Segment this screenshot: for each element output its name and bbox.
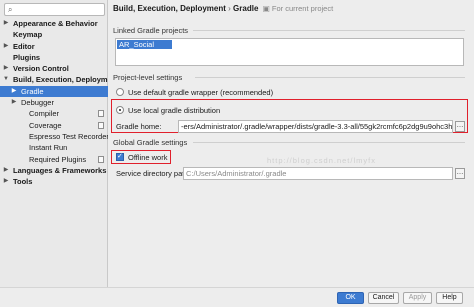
breadcrumb-part-gradle: Gradle [233, 4, 259, 13]
breadcrumb-separator: › [228, 4, 231, 13]
sidebar-item-instant-run[interactable]: Instant Run [0, 142, 108, 153]
local-distribution-radio[interactable] [116, 106, 124, 114]
section-divider [193, 30, 465, 31]
sidebar-item-label: Languages & Frameworks [13, 165, 107, 175]
sidebar-item-label: Tools [13, 177, 33, 187]
offline-work-checkbox[interactable] [116, 152, 124, 161]
sidebar-item-compiler[interactable]: Compiler [0, 108, 108, 119]
sidebar-item-tools[interactable]: ▶ Tools [0, 176, 108, 187]
chevron-right-icon[interactable]: ▶ [2, 63, 10, 74]
apply-button[interactable]: Apply [403, 292, 432, 304]
chevron-right-icon[interactable]: ▶ [2, 165, 10, 176]
chevron-right-icon[interactable]: ▶ [2, 41, 10, 52]
watermark: http://blog.csdn.net/lmyfx [267, 156, 376, 165]
chevron-down-icon[interactable]: ▼ [2, 74, 10, 85]
scope-note: For current project [271, 4, 334, 13]
chevron-right-icon[interactable]: ▶ [10, 97, 18, 108]
gradle-home-field[interactable]: -ers/Administrator/.gradle/wrapper/dists… [178, 120, 453, 133]
help-button[interactable]: Help [436, 292, 463, 304]
sidebar-item-label: Required Plugins [29, 154, 87, 164]
gradle-settings-panel: Build, Execution, Deployment › Gradle ▣ … [108, 0, 474, 287]
sidebar-item-label: Keymap [13, 30, 43, 40]
dialog-footer: OK Cancel Apply Help [0, 287, 474, 307]
sidebar-item-label: Appearance & Behavior [13, 19, 98, 28]
browse-gradle-home-button[interactable]: … [455, 121, 465, 132]
settings-tree: ▶ Appearance & Behavior Keymap ▶ Editor Plugi… [0, 18, 119, 187]
sidebar-item-label: Coverage [29, 120, 62, 130]
sidebar-item-label: Plugins [13, 52, 41, 62]
sidebar-item-label: Espresso Test Recorder [29, 131, 109, 141]
sidebar-item-label: Editor [13, 41, 35, 51]
ok-button[interactable]: OK [337, 292, 364, 304]
sidebar-item-gradle[interactable]: ▶ Gradle [0, 85, 108, 98]
project-scope-icon [98, 110, 104, 118]
sidebar-item-appearance-behavior[interactable]: ▶ Appearance & Behavior [0, 18, 108, 29]
sidebar-item-build-execution-deployment[interactable]: ▼ Build, Execution, Deployment [0, 74, 119, 85]
settings-search-field[interactable]: ⌕ [4, 3, 105, 16]
global-settings-title: Global Gradle settings [113, 138, 188, 147]
sidebar-item-label: Gradle [21, 86, 44, 96]
project-scope-icon: ▣ [260, 4, 272, 13]
service-directory-field[interactable]: C:/Users/Administrator/.gradle [183, 167, 453, 180]
list-item[interactable]: AR_Social [117, 40, 172, 49]
gradle-home-label: Gradle home: [116, 122, 162, 131]
sidebar-item-languages-frameworks[interactable]: ▶ Languages & Frameworks [0, 165, 108, 176]
settings-sidebar: ⌕ ▶ Appearance & Behavior Keymap ▶ Editor Plu… [0, 0, 119, 287]
sidebar-item-plugins[interactable]: Plugins [0, 52, 108, 63]
cancel-button[interactable]: Cancel [368, 292, 399, 304]
section-divider [193, 142, 465, 143]
sidebar-item-label: Debugger [21, 98, 54, 108]
local-distribution-label: Use local gradle distribution [128, 106, 221, 115]
sidebar-item-label: Version Control [13, 64, 69, 74]
search-icon: ⌕ [8, 5, 13, 14]
default-wrapper-radio[interactable] [116, 88, 124, 96]
sidebar-item-required-plugins[interactable]: Required Plugins [0, 154, 108, 165]
sidebar-item-label: Build, Execution, Deployment [13, 75, 119, 85]
sidebar-item-espresso-test-recorder[interactable]: Espresso Test Recorder [0, 131, 109, 142]
chevron-right-icon[interactable]: ▶ [10, 86, 18, 97]
breadcrumb: Build, Execution, Deployment › Gradle ▣ … [113, 4, 333, 13]
project-level-title: Project-level settings [113, 73, 183, 82]
chevron-right-icon[interactable]: ▶ [2, 18, 10, 29]
project-scope-icon [98, 155, 104, 163]
section-divider [195, 77, 465, 78]
offline-work-label: Offline work [128, 153, 168, 162]
sidebar-item-label: Compiler [29, 109, 60, 119]
breadcrumb-part-build: Build, Execution, Deployment [113, 4, 226, 13]
sidebar-item-keymap[interactable]: Keymap [0, 29, 108, 40]
default-wrapper-label: Use default gradle wrapper (recommended) [128, 88, 274, 97]
linked-projects-list[interactable]: AR_Social [115, 38, 464, 66]
sidebar-item-label: Instant Run [29, 143, 68, 153]
service-directory-label: Service directory path: [116, 169, 191, 178]
sidebar-item-coverage[interactable]: Coverage [0, 120, 108, 131]
sidebar-item-debugger[interactable]: ▶ Debugger [0, 97, 108, 108]
project-scope-icon [98, 121, 104, 129]
browse-service-directory-button[interactable]: … [455, 168, 465, 179]
linked-projects-title: Linked Gradle projects [113, 26, 189, 35]
chevron-right-icon[interactable]: ▶ [2, 176, 10, 187]
sidebar-item-version-control[interactable]: ▶ Version Control [0, 63, 108, 74]
sidebar-item-editor[interactable]: ▶ Editor [0, 41, 108, 52]
